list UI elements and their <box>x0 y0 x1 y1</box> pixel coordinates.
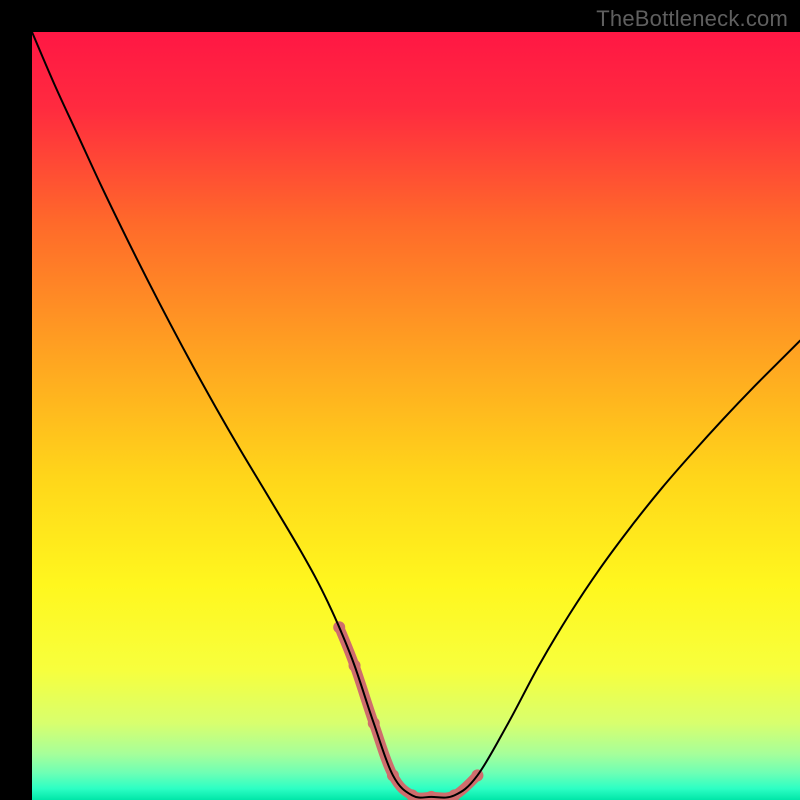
chart-canvas <box>0 0 800 800</box>
plot-background <box>32 32 800 800</box>
chart-frame: TheBottleneck.com <box>0 0 800 800</box>
watermark-text: TheBottleneck.com <box>596 6 788 32</box>
